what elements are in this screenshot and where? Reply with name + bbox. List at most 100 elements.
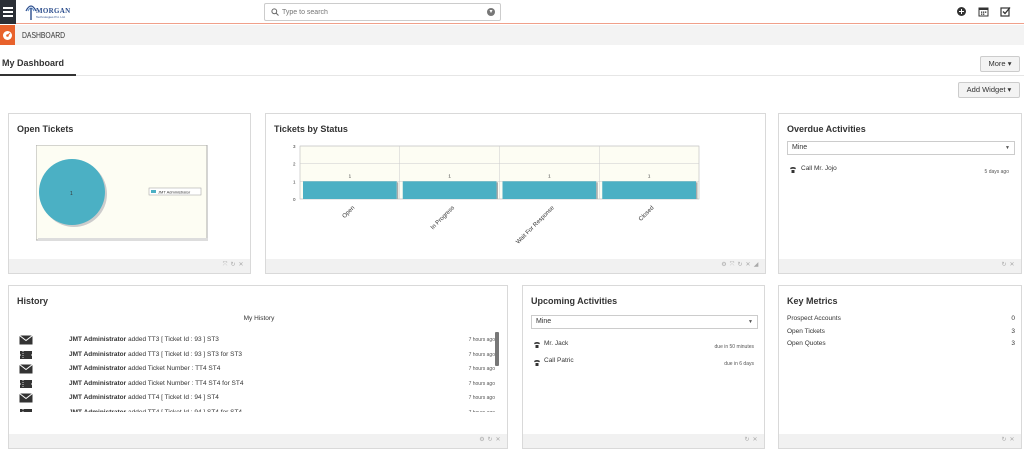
history-scrollbar[interactable] [495,332,499,366]
x-tick-label: Open [342,205,357,220]
bar[interactable] [502,181,597,199]
refresh-icon[interactable]: ↻ [230,262,236,268]
widget-footer: ⤧ ↻ ✕ [9,259,250,273]
add-widget-button[interactable]: Add Widget ▾ [958,82,1020,98]
settings-icon[interactable]: ⚙ [721,262,727,268]
tab-my-dashboard[interactable]: My Dashboard [2,58,64,68]
y-tick-label: 1 [293,179,296,184]
close-icon[interactable]: ✕ [1009,262,1015,268]
activity-time: due in 50 minutes [714,344,754,350]
history-action: added TT3 [ Ticket Id : 93 ] ST3 for ST3 [126,350,243,358]
history-user[interactable]: JMT Administrator [69,351,126,358]
upcoming-activities-widget: Upcoming Activities Mine ▼ Mr. Jack due i… [522,285,765,449]
calendar-icon[interactable] [978,6,989,17]
fullscreen-icon[interactable]: ⤧ [222,262,228,268]
pie-slice-label: 1 [70,191,73,197]
history-user[interactable]: JMT Administrator [69,365,126,372]
bar[interactable] [402,181,497,199]
bar[interactable] [303,181,397,199]
refresh-icon[interactable]: ↻ [737,262,743,268]
metric-value: 0 [1011,315,1015,322]
history-subtitle: My History [243,315,275,322]
open-tickets-widget: Open Tickets 1 JMT Administrator ⤧ ↻ ✕ [8,113,251,274]
close-icon[interactable]: ✕ [495,437,501,443]
history-action: added Ticket Number : TT4 ST4 [126,365,221,372]
metric-value: 3 [1011,340,1015,347]
history-row[interactable]: JMT Administrator added TT3 [ Ticket Id … [19,349,495,363]
select-value: Mine [792,144,808,151]
fullscreen-icon[interactable]: ⤧ [729,262,735,268]
widget-title: Open Tickets [17,124,74,134]
refresh-icon[interactable]: ↻ [487,437,493,443]
metric-row[interactable]: Open Tickets 3 [787,328,1015,335]
y-tick-label: 2 [293,162,296,167]
widget-title: Tickets by Status [274,124,348,134]
open-tickets-pie-chart: 1 JMT Administrator [36,145,208,241]
history-row[interactable]: JMT Administrator added Ticket Number : … [19,363,495,377]
breadcrumb-bar: DASHBOARD [0,25,1024,45]
activity-name[interactable]: Mr. Jack [544,340,568,347]
settings-icon[interactable]: ⚙ [479,437,485,443]
bar-shadow [496,182,498,199]
y-tick-label: 3 [293,144,296,149]
metric-row[interactable]: Prospect Accounts 0 [787,315,1015,322]
ticket-icon [19,379,33,389]
history-user[interactable]: JMT Administrator [69,394,126,401]
add-icon[interactable] [956,6,967,17]
page-title: DASHBOARD [22,31,66,40]
widget-footer: ⚙ ↻ ✕ [9,434,507,448]
history-row[interactable]: JMT Administrator added TT4 [ Ticket Id … [19,392,495,406]
refresh-icon[interactable]: ↻ [744,437,750,443]
bar-shadow [396,182,399,199]
select-value: Mine [536,318,552,325]
ticket-icon [19,350,33,360]
search-options-icon[interactable]: ▾ [487,8,495,16]
bar[interactable] [602,181,696,199]
history-text: JMT Administrator added TT4 [ Ticket Id … [69,394,219,401]
tickets-by-status-widget: Tickets by Status 0 1 2 3 1 Open 1 In Progress 1… [265,113,766,274]
search-box[interactable]: ▾ [264,3,501,21]
envelope-icon [19,393,33,403]
dashboard-icon[interactable] [0,25,15,45]
tab-divider [0,75,1024,76]
upcoming-filter-select[interactable]: Mine ▼ [531,315,758,329]
overdue-filter-select[interactable]: Mine ▼ [787,141,1015,155]
widget-title: Key Metrics [787,296,838,306]
menu-icon[interactable] [0,0,16,24]
activity-name[interactable]: Call Mr. Jojo [801,165,837,172]
legend-swatch [151,190,156,193]
history-time: 7 hours ago [468,351,495,358]
history-row[interactable]: JMT Administrator added TT4 [ Ticket Id … [19,407,495,413]
history-user[interactable]: JMT Administrator [69,409,126,413]
tickets-by-status-bar-chart: 01231Open1In Progress1Wait For Response1… [293,144,700,246]
caret-down-icon: ▾ [1007,59,1012,68]
search-input[interactable] [282,6,482,18]
widget-title: History [17,296,49,306]
legend-label: JMT Administrator [158,190,191,195]
caret-down-icon: ▾ [1007,85,1012,94]
more-button[interactable]: More ▾ [980,56,1020,72]
search-icon [271,8,279,16]
close-icon[interactable]: ✕ [1009,437,1015,443]
close-icon[interactable]: ✕ [752,437,758,443]
overdue-activities-widget: Overdue Activities Mine ▼ Call Mr. Jojo 5… [778,113,1022,274]
history-row[interactable]: JMT Administrator added TT3 [ Ticket Id … [19,334,495,348]
close-icon[interactable]: ✕ [238,262,244,268]
ticket-icon [19,408,33,412]
history-time: 7 hours ago [468,337,495,343]
close-icon[interactable]: ✕ [745,262,751,268]
company-logo[interactable]: MORGAN Technologies Pvt. Ltd. [24,2,80,22]
history-user[interactable]: JMT Administrator [69,336,126,343]
resize-handle-icon[interactable]: ◢ [753,262,759,268]
tasks-checkbox-icon[interactable] [1000,6,1011,17]
history-time: 7 hours ago [468,380,495,387]
history-user[interactable]: JMT Administrator [69,380,126,387]
refresh-icon[interactable]: ↻ [1001,262,1007,268]
history-action: added Ticket Number : TT4 ST4 for ST4 [126,379,244,387]
add-widget-label: Add Widget [966,85,1006,94]
refresh-icon[interactable]: ↻ [1001,437,1007,443]
history-row[interactable]: JMT Administrator added Ticket Number : … [19,378,495,392]
metric-row[interactable]: Open Quotes 3 [787,340,1015,347]
caret-down-icon: ▼ [1005,145,1010,151]
activity-name[interactable]: Call Patric [544,357,574,364]
